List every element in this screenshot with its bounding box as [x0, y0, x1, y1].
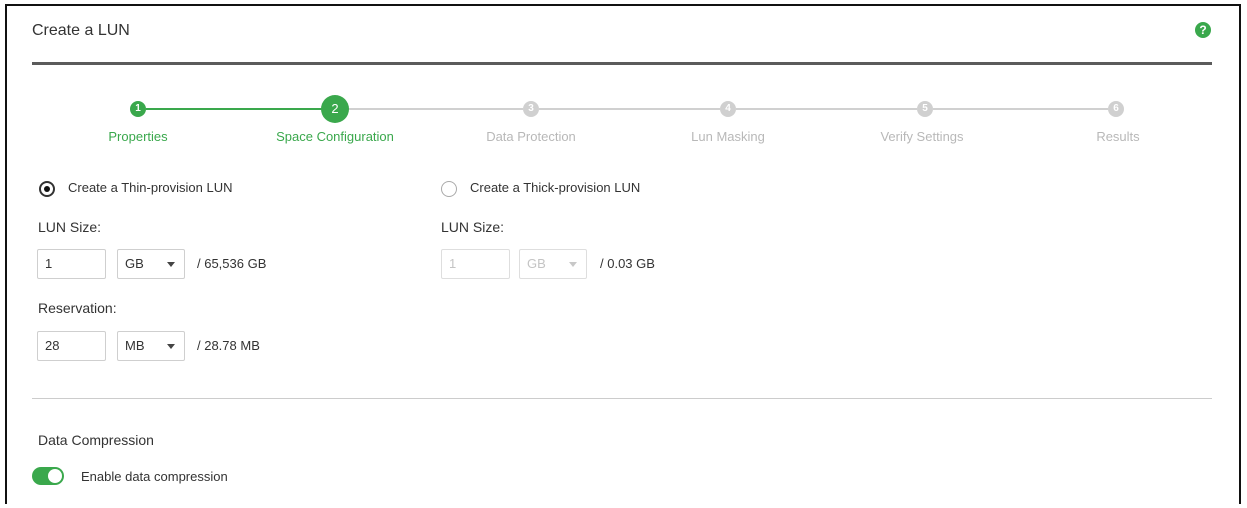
step-2-label: Space Configuration — [276, 129, 394, 144]
data-compression-toggle[interactable] — [32, 467, 64, 485]
step-1-label[interactable]: Properties — [58, 129, 218, 144]
step-3-marker: 3 — [523, 101, 539, 117]
thick-lun-size-input: 1 — [441, 249, 510, 279]
reservation-unit-value: MB — [125, 338, 145, 353]
reservation-label: Reservation: — [38, 300, 117, 316]
step-1-marker[interactable]: 1 — [130, 101, 146, 117]
chevron-down-icon — [569, 262, 577, 267]
thin-lun-size-input[interactable]: 1 — [37, 249, 106, 279]
step-5-marker: 5 — [917, 101, 933, 117]
reservation-unit-select[interactable]: MB — [117, 331, 185, 361]
section-divider — [32, 398, 1212, 399]
thin-lun-size-label: LUN Size: — [38, 219, 102, 235]
create-lun-dialog — [5, 4, 1241, 504]
thin-lun-size-max: / 65,536 GB — [197, 256, 267, 271]
step-4-label: Lun Masking — [691, 129, 765, 144]
thick-provision-radio[interactable] — [441, 181, 457, 197]
step-6-label: Results — [1096, 129, 1140, 144]
reservation-input[interactable]: 28 — [37, 331, 106, 361]
step-4-marker: 4 — [720, 101, 736, 117]
thick-provision-label[interactable]: Create a Thick-provision LUN — [470, 180, 640, 195]
step-2-marker: 2 — [321, 95, 349, 123]
step-connector-2-3 — [346, 108, 523, 110]
step-connector-1-2 — [146, 108, 326, 110]
chevron-down-icon — [167, 262, 175, 267]
question-circle-icon[interactable]: ? — [1195, 22, 1211, 38]
thick-lun-size-max: / 0.03 GB — [600, 256, 655, 271]
thin-provision-label[interactable]: Create a Thin-provision LUN — [68, 180, 233, 195]
step-6-marker: 6 — [1108, 101, 1124, 117]
chevron-down-icon — [167, 344, 175, 349]
step-5-label: Verify Settings — [880, 129, 964, 144]
thin-lun-size-unit-select[interactable]: GB — [117, 249, 185, 279]
step-connector-3-4 — [539, 108, 720, 110]
thick-lun-size-label: LUN Size: — [441, 219, 505, 235]
data-compression-toggle-label[interactable]: Enable data compression — [81, 469, 228, 484]
thin-lun-size-unit-value: GB — [125, 256, 144, 271]
thick-lun-size-unit-select: GB — [519, 249, 587, 279]
step-connector-4-5 — [736, 108, 917, 110]
data-compression-title: Data Compression — [38, 432, 154, 448]
thick-lun-size-unit-value: GB — [527, 256, 546, 271]
thin-provision-radio[interactable] — [39, 181, 55, 197]
step-3-label: Data Protection — [486, 129, 576, 144]
reservation-max: / 28.78 MB — [197, 338, 260, 353]
step-connector-5-6 — [933, 108, 1108, 110]
title-divider — [32, 62, 1212, 65]
page-title: Create a LUN — [32, 22, 130, 39]
